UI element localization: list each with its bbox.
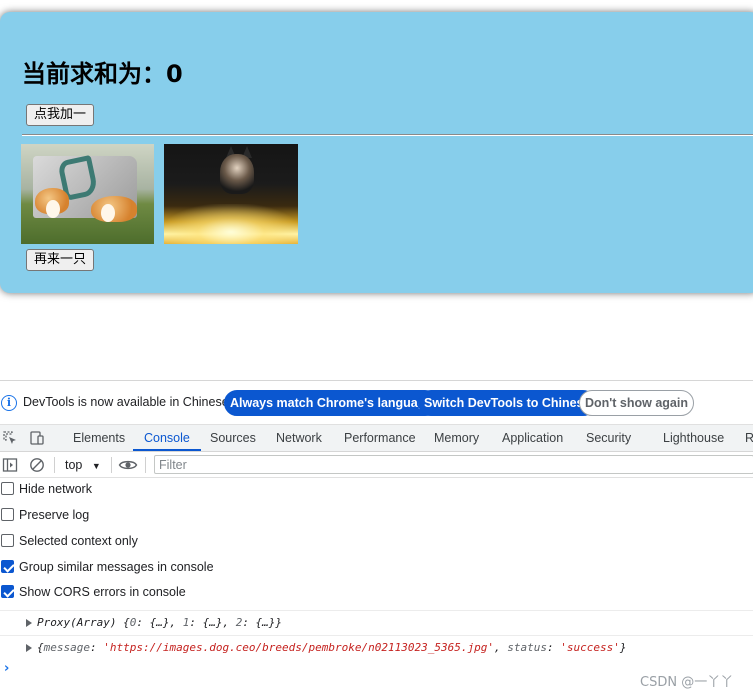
devtools-tabbar: Elements Console Sources Network Perform… xyxy=(0,425,753,452)
tab-security[interactable]: Security xyxy=(586,425,631,451)
tab-recorder[interactable]: R xyxy=(745,425,753,451)
tab-sources[interactable]: Sources xyxy=(210,425,256,451)
tab-performance[interactable]: Performance xyxy=(344,425,416,451)
corgi-chest xyxy=(46,200,60,218)
dog-image-1 xyxy=(21,144,154,244)
tab-memory[interactable]: Memory xyxy=(434,425,479,451)
context-value: top xyxy=(65,458,83,472)
switch-chinese-button[interactable]: Switch DevTools to Chinese xyxy=(418,390,597,416)
tab-network[interactable]: Network xyxy=(276,425,322,451)
console-log-proxy[interactable]: Proxy(Array) {0: {…}, 1: {…}, 2: {…}} xyxy=(0,610,753,634)
dog-body xyxy=(220,154,254,194)
add-one-button[interactable]: 点我加一 xyxy=(26,104,95,126)
corgi-chest xyxy=(101,204,115,222)
divider xyxy=(22,134,753,136)
expand-triangle-icon[interactable] xyxy=(26,644,32,652)
chevron-down-icon: ▼ xyxy=(91,461,101,471)
console-toolbar: top ▼ xyxy=(0,452,753,478)
another-dog-button[interactable]: 再来一只 xyxy=(26,249,95,271)
tab-lighthouse[interactable]: Lighthouse xyxy=(663,425,724,451)
devtools-panel: i DevTools is now available in Chinese! … xyxy=(0,380,753,697)
console-log-response[interactable]: {message: 'https://images.dog.ceo/breeds… xyxy=(0,635,753,659)
checkbox[interactable] xyxy=(1,508,14,521)
eye-icon[interactable] xyxy=(118,457,138,473)
floor-glow xyxy=(164,204,298,244)
infobar-message: DevTools is now available in Chinese! xyxy=(23,395,233,409)
toolbar-separator xyxy=(54,457,55,473)
dog-image-2 xyxy=(164,144,298,244)
sum-heading: 当前求和为：0 xyxy=(22,60,183,88)
expand-triangle-icon[interactable] xyxy=(26,619,32,627)
inspect-element-icon[interactable] xyxy=(2,430,18,446)
checkbox-checked[interactable] xyxy=(1,560,14,573)
app-card: 当前求和为：0 点我加一 再来一只 xyxy=(0,12,753,293)
context-selector[interactable]: top ▼ xyxy=(57,456,101,474)
checkbox-checked[interactable] xyxy=(1,585,14,598)
checkbox[interactable] xyxy=(1,482,14,495)
filter-input[interactable] xyxy=(154,455,753,474)
toolbar-separator xyxy=(145,457,146,473)
checkbox[interactable] xyxy=(1,534,14,547)
log-text: {message: 'https://images.dog.ceo/breeds… xyxy=(37,641,627,654)
language-infobar: i DevTools is now available in Chinese! … xyxy=(0,381,753,425)
match-language-button[interactable]: Always match Chrome's language xyxy=(224,390,439,416)
tab-console[interactable]: Console xyxy=(133,425,201,451)
log-text: Proxy(Array) {0: {…}, 1: {…}, 2: {…}} xyxy=(37,616,283,629)
clear-console-icon[interactable] xyxy=(29,457,45,473)
device-toolbar-icon[interactable] xyxy=(29,430,45,446)
console-prompt-icon[interactable]: › xyxy=(4,661,9,676)
dont-show-again-button[interactable]: Don't show again xyxy=(579,390,694,416)
tab-elements[interactable]: Elements xyxy=(73,425,125,451)
info-icon: i xyxy=(1,395,17,411)
toolbar-separator xyxy=(111,457,112,473)
watermark: CSDN @一丫丫 xyxy=(640,675,734,690)
tab-application[interactable]: Application xyxy=(502,425,563,451)
sidebar-toggle-icon[interactable] xyxy=(2,457,18,473)
